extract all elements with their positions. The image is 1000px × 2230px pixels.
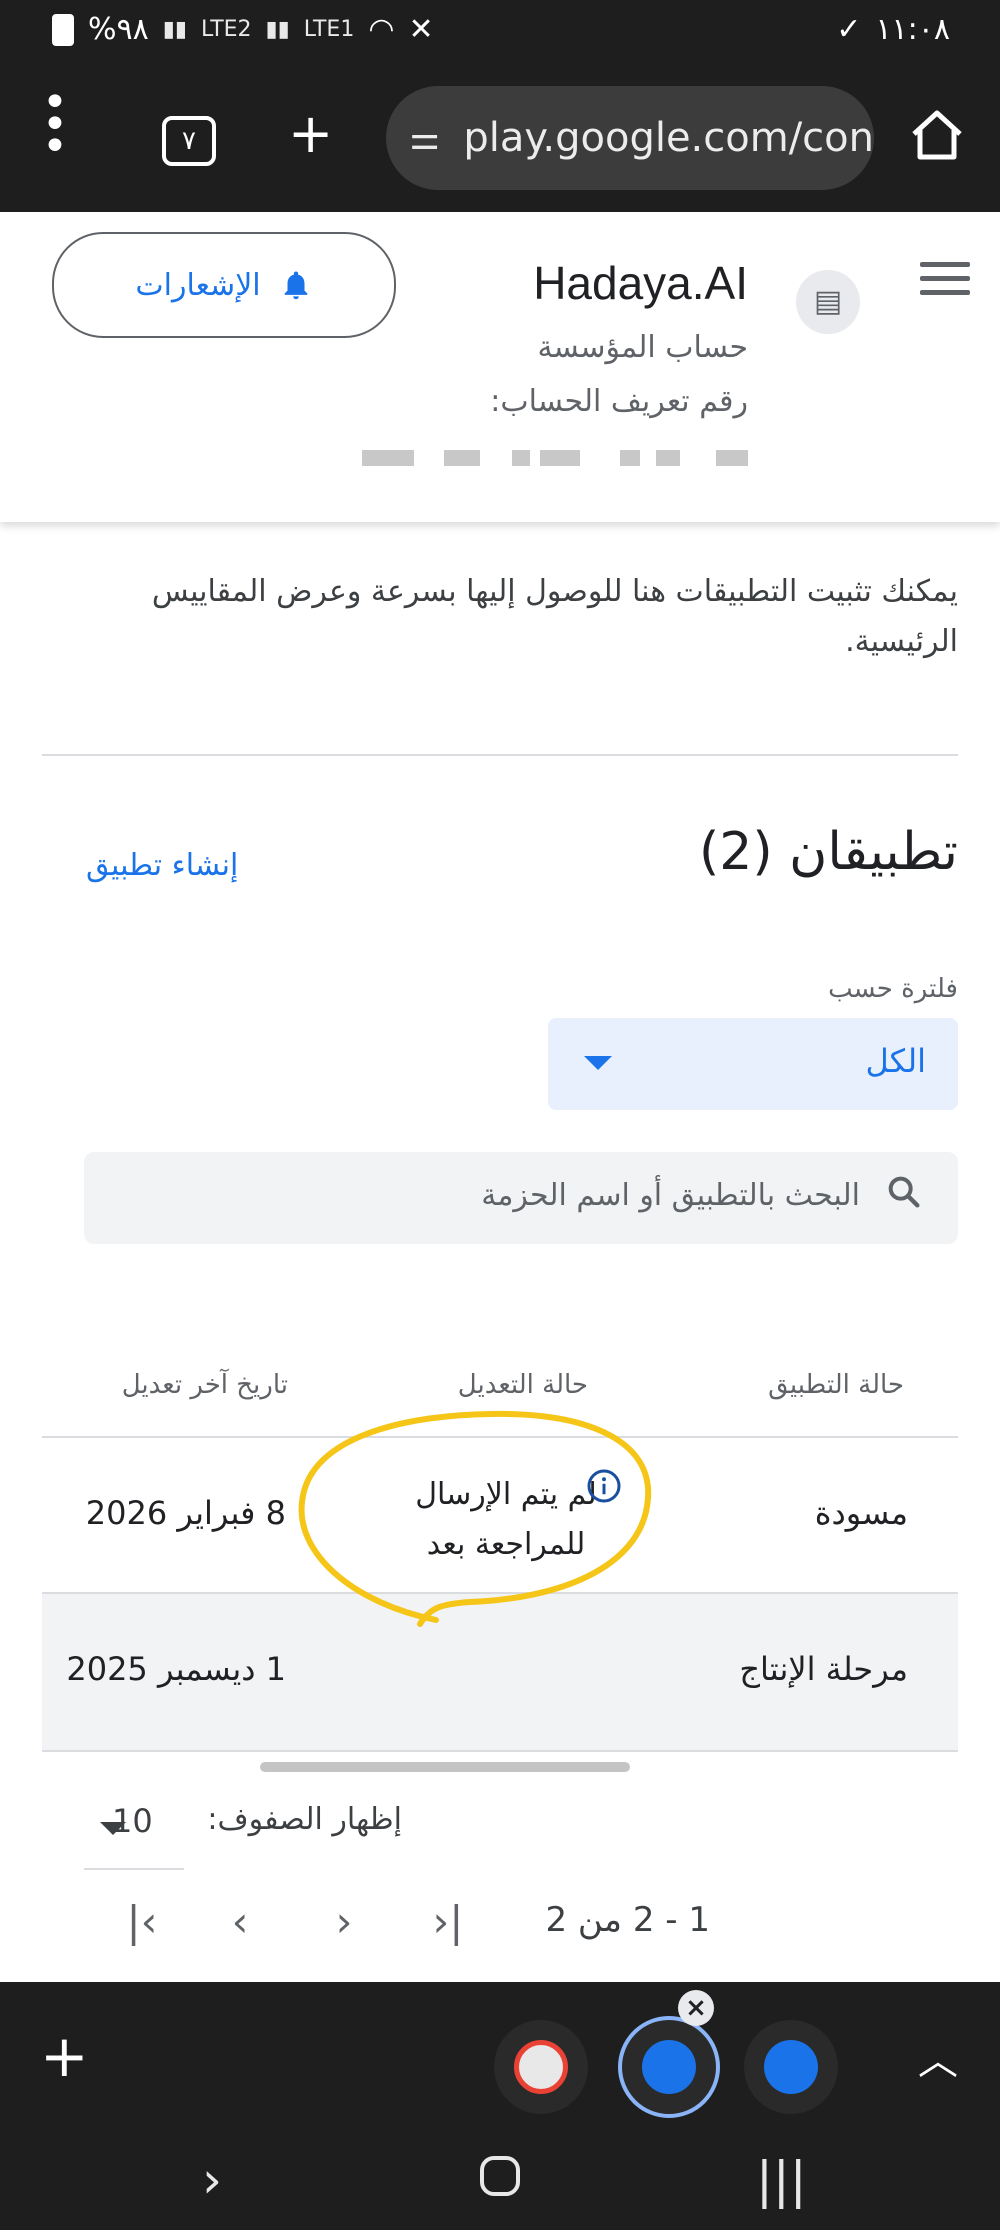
dropdown-caret-icon [584,1056,612,1070]
back-icon[interactable]: › [202,2152,222,2208]
notifications-button[interactable]: الإشعارات [52,232,396,338]
url-text: play.google.com/con [463,115,874,161]
redacted-id [620,450,640,466]
rows-underline [84,1868,184,1870]
page-range: 1 - 2 من 2 [545,1900,710,1940]
network-label-2: LTE1 [303,17,355,42]
developer-name: Hadaya.AI [533,257,748,309]
section-divider [42,754,958,756]
last-updated-cell: 1 ديسمبر 2025 [66,1650,286,1688]
search-placeholder: البحث بالتطبيق أو اسم الحزمة [481,1178,860,1213]
create-app-link[interactable]: إنشاء تطبيق [86,848,238,883]
filter-dropdown[interactable]: الكل [548,1018,958,1110]
apps-title: تطبيقان (2) [698,822,958,882]
rows-per-page-label: إظهار الصفوف: [207,1802,402,1837]
search-field[interactable]: البحث بالتطبيق أو اسم الحزمة [84,1152,958,1244]
redacted-id [512,450,530,466]
app-status-cell: مرحلة الإنتاج [739,1650,908,1688]
battery-percent: %٩٨ [88,12,149,47]
column-header-last-updated[interactable]: تاريخ آخر تعديل [122,1370,288,1400]
notifications-label: الإشعارات [135,267,261,303]
rows-caret-icon[interactable] [100,1822,126,1835]
status-left: %٩٨ ▮▮ LTE2 ▮▮ LTE1 ◠ ✕ [52,12,434,47]
column-header-edit-status[interactable]: حالة التعديل [458,1370,588,1400]
chat-bubble-active[interactable] [618,2016,720,2118]
chat-bubble-app[interactable] [494,2020,588,2114]
filter-label: فلترة حسب [828,974,958,1004]
filter-value: الكل [865,1042,926,1080]
row-divider [42,1750,958,1752]
search-icon [884,1172,924,1212]
mute-icon: ✕ [408,12,434,47]
highlight-circle [298,1410,652,1627]
app-status-cell: مسودة [814,1494,908,1532]
check-icon: ✓ [836,12,862,47]
home-icon[interactable] [908,108,966,174]
chat-bubble-messenger[interactable] [744,2020,838,2114]
play-console-page: ▤ Hadaya.AI حساب المؤسسة رقم تعريف الحسا… [0,212,1000,1982]
chevron-up-icon[interactable]: ︿ [918,2028,958,2086]
site-settings-icon[interactable]: ⚌ [386,118,463,158]
signal-icon: ▮▮ [162,17,187,42]
bottom-bar: + × ︿ › ||| [0,1982,1000,2230]
battery-icon [52,13,74,46]
previous-page-icon[interactable]: ‹ [210,1892,270,1952]
account-type: حساب المؤسسة [537,330,748,365]
wifi-icon: ◠ [368,12,395,47]
status-right: ✓ ١١:٠٨ [836,12,950,47]
status-bar: %٩٨ ▮▮ LTE2 ▮▮ LTE1 ◠ ✕ ✓ ١١:٠٨ [0,0,1000,64]
first-page-icon[interactable]: |‹ [112,1892,172,1952]
app-header: ▤ Hadaya.AI حساب المؤسسة رقم تعريف الحسا… [0,212,1000,522]
redacted-id [716,450,748,466]
hamburger-menu-icon[interactable] [920,262,970,304]
menu-dots-icon[interactable]: • • • [42,81,68,169]
app-logo-icon [514,2040,568,2094]
messenger-icon [642,2040,696,2094]
last-page-icon[interactable]: ›| [418,1892,478,1952]
column-header-app-status[interactable]: حالة التطبيق [768,1370,904,1400]
address-bar[interactable]: ⚌ play.google.com/con [386,86,874,190]
last-updated-cell: 8 فبراير 2026 [85,1494,286,1532]
redacted-id [540,450,580,466]
network-label-1: LTE2 [200,17,252,42]
bell-icon [279,268,313,302]
redacted-id [362,450,414,466]
recents-icon[interactable]: ||| [756,2152,807,2208]
clock: ١١:٠٨ [875,12,950,47]
browser-toolbar: • • • ٧ + ⚌ play.google.com/con [0,64,1000,212]
add-bubble-icon[interactable]: + [40,2026,89,2086]
next-page-icon[interactable]: › [314,1892,374,1952]
redacted-id [444,450,480,466]
signal-icon-2: ▮▮ [265,17,290,42]
pinned-apps-description: يمكنك تثبيت التطبيقات هنا للوصول إليها ب… [151,574,958,659]
account-badge-icon[interactable]: ▤ [796,270,860,334]
home-nav-icon[interactable] [476,2152,524,2211]
messenger-icon [764,2040,818,2094]
new-tab-button[interactable]: + [288,104,333,164]
tab-switcher-button[interactable]: ٧ [162,116,216,166]
redacted-id [656,450,680,466]
account-id-label: رقم تعريف الحساب: [490,384,748,419]
horizontal-scrollbar[interactable] [260,1762,630,1772]
close-bubble-icon[interactable]: × [678,1990,714,2026]
